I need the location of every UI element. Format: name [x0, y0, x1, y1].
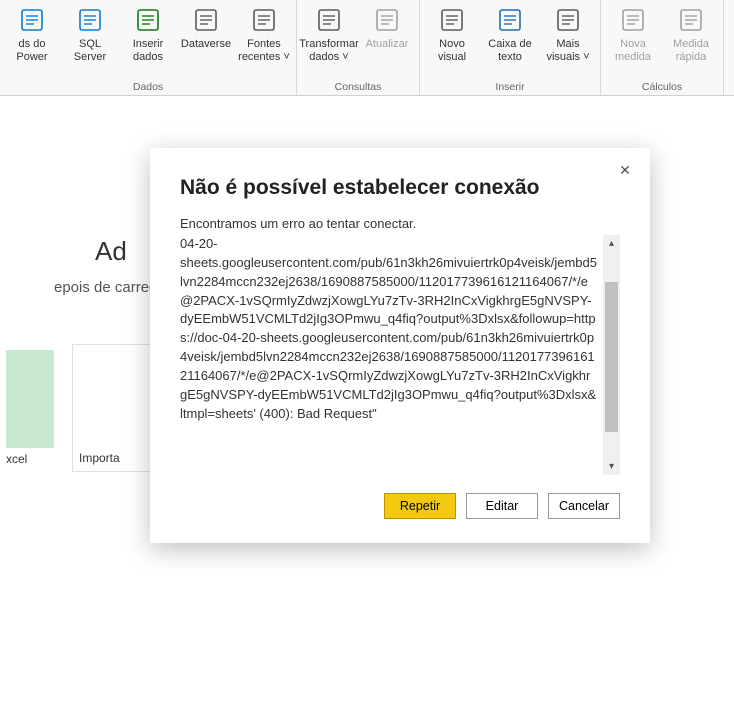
ribbon-button[interactable]: Caixa de texto	[482, 2, 538, 66]
ribbon-button-icon	[248, 4, 280, 36]
ribbon-button-icon	[617, 4, 649, 36]
ribbon-button[interactable]: Novo visual	[424, 2, 480, 66]
ribbon-button-icon	[675, 4, 707, 36]
dialog-error-text: 04-20- sheets.googleusercontent.com/pub/…	[180, 235, 603, 475]
ribbon-group-label: Inserir	[495, 79, 524, 96]
ribbon-button-icon	[313, 4, 345, 36]
ribbon-toolbar: ds do PowerSQL ServerInserir dados Datave…	[0, 0, 734, 96]
ribbon-group-label: Consultas	[335, 79, 382, 96]
ribbon-button[interactable]: ds do Power	[4, 2, 60, 66]
ribbon-button: Confiden	[728, 2, 734, 53]
ribbon-button-label: Nova medida	[605, 38, 661, 64]
ribbon-button: Medida rápida	[663, 2, 719, 66]
ribbon-button[interactable]: Inserir dados	[120, 2, 176, 66]
ribbon-button-icon	[371, 4, 403, 36]
ribbon-button-label: Novo visual	[424, 38, 480, 64]
ribbon-items: ds do PowerSQL ServerInserir dados Datave…	[4, 2, 292, 79]
scrollbar-up-arrow-icon[interactable]: ▴	[603, 235, 620, 252]
ribbon-group-label: Dados	[133, 79, 163, 96]
ribbon-button-icon	[494, 4, 526, 36]
retry-button[interactable]: Repetir	[384, 493, 456, 519]
edit-button[interactable]: Editar	[466, 493, 538, 519]
ribbon-button-label: Mais visuais ˅	[540, 38, 596, 64]
ribbon-items: Novo visualCaixa de textoMais visuais ˅	[424, 2, 596, 79]
scrollbar-thumb[interactable]	[605, 282, 618, 432]
ribbon-group-label: Cálculos	[642, 79, 682, 96]
ribbon-button-label: Transformar dados ˅	[299, 38, 359, 64]
option-card[interactable]: xcel	[0, 344, 60, 472]
ribbon-button[interactable]: Fontes recentes ˅	[236, 2, 292, 66]
ribbon-button[interactable]: Dataverse	[178, 2, 234, 53]
ribbon-group: Transformar dados ˅ Atualizar Consultas	[297, 0, 420, 96]
ribbon-button-icon	[132, 4, 164, 36]
ribbon-button[interactable]: Transformar dados ˅	[301, 2, 357, 66]
ribbon-group: Nova medidaMedida rápidaCálculos	[601, 0, 724, 96]
close-icon[interactable]: ✕	[616, 162, 634, 180]
ribbon-button-label: Dataverse	[181, 38, 231, 51]
ribbon-items: Nova medidaMedida rápida	[605, 2, 719, 79]
ribbon-button-label: Medida rápida	[663, 38, 719, 64]
ribbon-button-label: Atualizar	[366, 38, 409, 51]
ribbon-button-label: ds do Power	[4, 38, 60, 64]
ribbon-items: Transformar dados ˅ Atualizar	[301, 2, 415, 79]
ribbon-button-icon	[436, 4, 468, 36]
ribbon-button-icon	[16, 4, 48, 36]
dialog-button-row: Repetir Editar Cancelar	[180, 493, 620, 519]
ribbon-button: Atualizar	[359, 2, 415, 53]
dialog-title: Não é possível estabelecer conexão	[180, 176, 620, 200]
ribbon-button[interactable]: Mais visuais ˅	[540, 2, 596, 66]
card-illustration	[6, 350, 54, 448]
connection-error-dialog: ✕ Não é possível estabelecer conexão Enc…	[150, 148, 650, 543]
cancel-button[interactable]: Cancelar	[548, 493, 620, 519]
ribbon-group: ds do PowerSQL ServerInserir dados Datave…	[0, 0, 297, 96]
ribbon-button-label: SQL Server	[62, 38, 118, 64]
scrollbar-track[interactable]	[603, 252, 620, 458]
ribbon-button-label: Inserir dados	[120, 38, 176, 64]
ribbon-group: ConfidenConfiden	[724, 0, 734, 96]
ribbon-items: Confiden	[728, 2, 734, 79]
ribbon-button-label: Fontes recentes ˅	[236, 38, 292, 64]
ribbon-button-icon	[190, 4, 222, 36]
ribbon-button-icon	[552, 4, 584, 36]
ribbon-button: Nova medida	[605, 2, 661, 66]
scrollbar-down-arrow-icon[interactable]: ▾	[603, 458, 620, 475]
ribbon-button[interactable]: SQL Server	[62, 2, 118, 66]
ribbon-button-icon	[74, 4, 106, 36]
dialog-intro-message: Encontramos um erro ao tentar conectar.	[180, 216, 620, 231]
ribbon-group: Novo visualCaixa de textoMais visuais ˅I…	[420, 0, 601, 96]
dialog-scrollbar[interactable]: ▴ ▾	[603, 235, 620, 475]
card-label: xcel	[6, 448, 54, 466]
dialog-error-area: 04-20- sheets.googleusercontent.com/pub/…	[180, 235, 620, 475]
ribbon-button-label: Caixa de texto	[482, 38, 538, 64]
